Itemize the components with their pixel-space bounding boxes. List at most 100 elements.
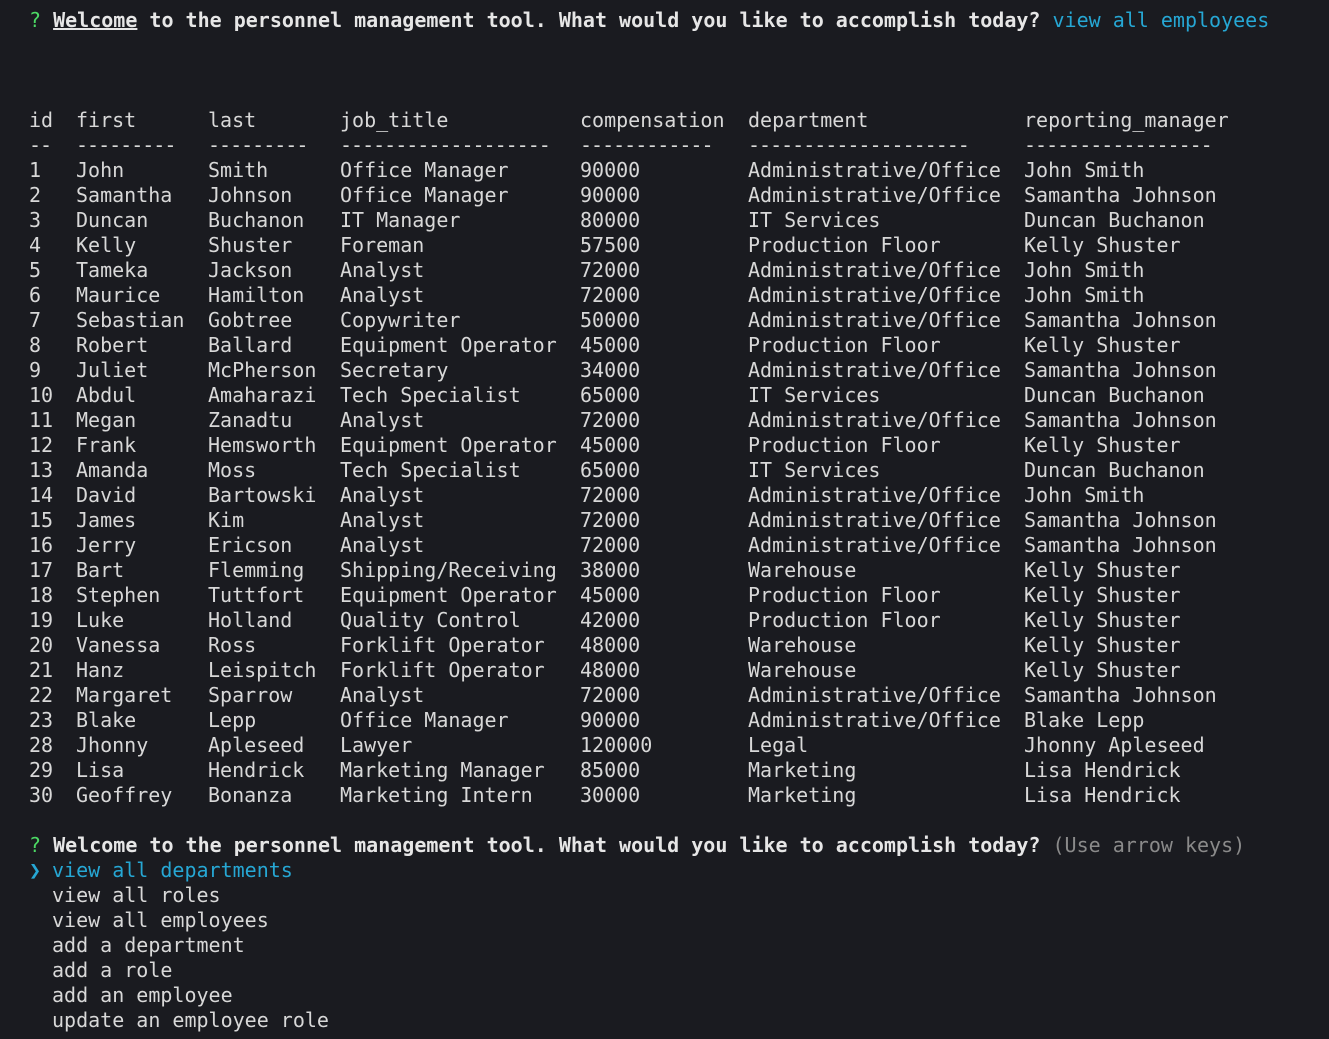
employee-table-wrap: id first last job_title compensation departme…: [29, 108, 1329, 808]
cell-department: Administrative/Office: [748, 683, 1001, 707]
cell-department: Administrative/Office: [748, 708, 1001, 732]
cell-job-title: Analyst: [340, 533, 425, 557]
cell-reporting-manager: Duncan Buchanon: [1024, 383, 1205, 407]
cell-reporting-manager: Blake Lepp: [1024, 708, 1145, 732]
cell-first: Stephen: [76, 583, 161, 607]
cell-last: Apleseed: [208, 733, 305, 757]
cell-compensation: 42000: [580, 608, 641, 632]
cell-id: 19: [29, 608, 54, 632]
cell-id: 30: [29, 783, 54, 807]
cell-reporting-manager: Samantha Johnson: [1024, 533, 1217, 557]
cell-first: David: [76, 483, 137, 507]
cell-job-title: Office Manager: [340, 708, 509, 732]
prompt-answer: view all employees: [1052, 8, 1270, 32]
menu-item-add-an-employee[interactable]: add an employee: [29, 983, 1329, 1008]
column-header-job-title: job_title: [340, 108, 449, 132]
cell-compensation: 65000: [580, 383, 641, 407]
cell-compensation: 90000: [580, 708, 641, 732]
cell-last: Gobtree: [208, 308, 293, 332]
cell-compensation: 45000: [580, 583, 641, 607]
cell-department: Administrative/Office: [748, 483, 1001, 507]
cell-last: Leispitch: [208, 658, 317, 682]
cell-last: Sparrow: [208, 683, 293, 707]
cell-first: Amanda: [76, 458, 149, 482]
table-separator-row: -- --------- --------- ------------------- -…: [29, 133, 1264, 158]
cell-department: Administrative/Office: [748, 283, 1001, 307]
cell-first: Hanz: [76, 658, 125, 682]
cell-reporting-manager: Samantha Johnson: [1024, 358, 1217, 382]
cell-department: Marketing: [748, 783, 857, 807]
cell-department: Warehouse: [748, 633, 857, 657]
cell-reporting-manager: Kelly Shuster: [1024, 658, 1181, 682]
cell-first: Bart: [76, 558, 125, 582]
column-separator: --: [29, 133, 52, 157]
cell-reporting-manager: Kelly Shuster: [1024, 333, 1181, 357]
table-row: 23 Blake Lepp Office Manager 90000 Administra…: [29, 708, 1264, 733]
menu-item-label: add a department: [52, 933, 245, 957]
cell-job-title: Analyst: [340, 483, 425, 507]
question-mark: ?: [29, 833, 42, 857]
cell-reporting-manager: Kelly Shuster: [1024, 608, 1181, 632]
table-row: 29 Lisa Hendrick Marketing Manager 85000 Mark…: [29, 758, 1264, 783]
cell-compensation: 30000: [580, 783, 641, 807]
cell-job-title: Shipping/Receiving: [340, 558, 557, 582]
question-mark: ?: [29, 8, 42, 32]
employee-table: id first last job_title compensation departme…: [29, 108, 1264, 808]
table-row: 2 Samantha Johnson Office Manager 90000 Admin…: [29, 183, 1264, 208]
cell-job-title: Tech Specialist: [340, 458, 521, 482]
menu-item-add-a-department[interactable]: add a department: [29, 933, 1329, 958]
prompt-question-text: to the personnel management tool. What w…: [137, 8, 1041, 32]
cell-first: Tameka: [76, 258, 149, 282]
cell-last: Zanadtu: [208, 408, 293, 432]
cell-id: 10: [29, 383, 54, 407]
cell-department: Marketing: [748, 758, 857, 782]
cell-compensation: 48000: [580, 658, 641, 682]
cell-job-title: Analyst: [340, 283, 425, 307]
cell-last: Hemsworth: [208, 433, 317, 457]
prompt-welcome-word: Welcome: [53, 8, 138, 32]
cell-job-title: Analyst: [340, 258, 425, 282]
cell-department: Warehouse: [748, 558, 857, 582]
table-row: 20 Vanessa Ross Forklift Operator 48000 Wareh…: [29, 633, 1264, 658]
cell-id: 14: [29, 483, 54, 507]
cell-first: Kelly: [76, 233, 137, 257]
column-header-compensation: compensation: [580, 108, 725, 132]
menu-item-view-all-employees[interactable]: view all employees: [29, 908, 1329, 933]
cell-compensation: 90000: [580, 183, 641, 207]
cell-last: McPherson: [208, 358, 317, 382]
menu-item-view-all-roles[interactable]: view all roles: [29, 883, 1329, 908]
cell-job-title: Analyst: [340, 408, 425, 432]
menu-item-label: view all departments: [52, 858, 293, 882]
cell-id: 13: [29, 458, 54, 482]
cell-last: Hamilton: [208, 283, 305, 307]
cell-compensation: 45000: [580, 333, 641, 357]
cell-compensation: 90000: [580, 158, 641, 182]
cell-reporting-manager: Kelly Shuster: [1024, 558, 1181, 582]
terminal: ? Welcome to the personnel management to…: [0, 0, 1329, 1033]
menu-item-add-a-role[interactable]: add a role: [29, 958, 1329, 983]
cell-first: Abdul: [76, 383, 137, 407]
cell-first: Vanessa: [76, 633, 161, 657]
column-header-reporting-manager: reporting_manager: [1024, 108, 1229, 132]
cell-job-title: Analyst: [340, 508, 425, 532]
cell-first: Megan: [76, 408, 137, 432]
cell-last: Moss: [208, 458, 257, 482]
cell-reporting-manager: Kelly Shuster: [1024, 433, 1181, 457]
cell-job-title: Copywriter: [340, 308, 461, 332]
cell-last: Tuttfort: [208, 583, 305, 607]
menu-item-update-an-employee-role[interactable]: update an employee role: [29, 1008, 1329, 1033]
cell-reporting-manager: Jhonny Apleseed: [1024, 733, 1205, 757]
column-separator: -----------------: [1024, 133, 1213, 157]
cell-reporting-manager: Samantha Johnson: [1024, 308, 1217, 332]
cell-job-title: Office Manager: [340, 158, 509, 182]
table-row: 11 Megan Zanadtu Analyst 72000 Administrative…: [29, 408, 1264, 433]
cell-first: Luke: [76, 608, 125, 632]
menu-item-view-all-departments[interactable]: ❯ view all departments: [29, 858, 1329, 883]
cell-first: Robert: [76, 333, 149, 357]
cell-first: Sebastian: [76, 308, 185, 332]
cell-last: Kim: [208, 508, 245, 532]
cell-compensation: 72000: [580, 508, 641, 532]
cell-last: Johnson: [208, 183, 293, 207]
cell-compensation: 45000: [580, 433, 641, 457]
table-row: 13 Amanda Moss Tech Specialist 65000 IT Servi…: [29, 458, 1264, 483]
